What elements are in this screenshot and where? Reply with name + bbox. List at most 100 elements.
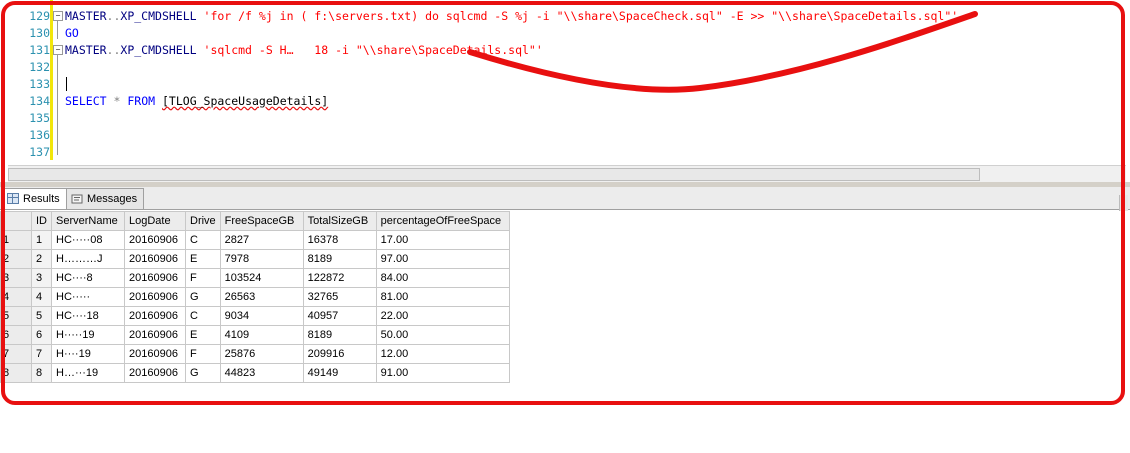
grid-cell[interactable]: 44823 (219, 363, 304, 383)
table-row[interactable]: 5 5 HC····18 20160906 C 9034 40957 22.00 (0, 306, 510, 326)
row-number[interactable]: 5 (0, 306, 32, 326)
row-number[interactable]: 4 (0, 287, 32, 307)
grid-cell[interactable]: 7 (31, 344, 52, 364)
grid-cell[interactable]: H…···19 (51, 363, 125, 383)
grid-cell[interactable]: F (185, 268, 221, 288)
code-token: MASTER (65, 9, 107, 23)
vertical-scrollbar[interactable] (1119, 195, 1128, 211)
grid-cell[interactable]: HC·····08 (51, 230, 125, 250)
grid-cell[interactable]: 122872 (302, 268, 377, 288)
grid-cell[interactable]: 97.00 (375, 249, 510, 269)
grid-cell[interactable]: 20160906 (124, 325, 186, 345)
grid-cell[interactable]: 8189 (302, 325, 377, 345)
grid-cell[interactable]: 32765 (302, 287, 377, 307)
grid-cell[interactable]: 20160906 (124, 249, 186, 269)
table-row[interactable]: 6 6 H·····19 20160906 E 4109 8189 50.00 (0, 325, 510, 345)
grid-cell[interactable]: H·····19 (51, 325, 125, 345)
code-line: MASTER..XP_CMDSHELL 'sqlcmd -S H… 18 -i … (65, 43, 543, 57)
corner-cell[interactable] (0, 211, 32, 231)
grid-cell[interactable]: 20160906 (124, 268, 186, 288)
fold-guide (57, 21, 58, 39)
grid-cell[interactable]: 49149 (302, 363, 377, 383)
column-header[interactable]: LogDate (124, 211, 186, 231)
grid-cell[interactable]: G (185, 287, 221, 307)
grid-cell[interactable]: C (185, 230, 221, 250)
horizontal-scrollbar[interactable] (8, 165, 1126, 182)
grid-cell[interactable]: 20160906 (124, 306, 186, 326)
collapse-icon[interactable]: − (53, 11, 63, 21)
grid-cell[interactable]: 91.00 (375, 363, 510, 383)
grid-cell[interactable]: 50.00 (375, 325, 510, 345)
grid-cell[interactable]: 5 (31, 306, 52, 326)
row-number[interactable]: 2 (0, 249, 32, 269)
grid-cell[interactable]: E (185, 249, 221, 269)
grid-cell[interactable]: HC····18 (51, 306, 125, 326)
code-line: SELECT * FROM [TLOG_SpaceUsageDetails] (65, 94, 328, 108)
grid-cell[interactable]: 12.00 (375, 344, 510, 364)
grid-cell[interactable]: 2827 (219, 230, 304, 250)
column-header[interactable]: ServerName (51, 211, 125, 231)
grid-cell[interactable]: 40957 (302, 306, 377, 326)
grid-cell[interactable]: 20160906 (124, 363, 186, 383)
code-token: .. (106, 9, 121, 23)
grid-cell[interactable]: F (185, 344, 221, 364)
grid-cell[interactable]: HC····· (51, 287, 125, 307)
grid-cell[interactable]: 20160906 (124, 230, 186, 250)
table-row[interactable]: 1 1 HC·····08 20160906 C 2827 16378 17.00 (0, 230, 510, 250)
grid-cell[interactable]: 9034 (219, 306, 304, 326)
code-line: MASTER..XP_CMDSHELL 'for /f %j in ( f:\s… (65, 9, 958, 23)
collapse-icon[interactable]: − (53, 45, 63, 55)
table-row[interactable]: 2 2 H………J 20160906 E 7978 8189 97.00 (0, 249, 510, 269)
grid-cell[interactable]: 4109 (219, 325, 304, 345)
column-header[interactable]: Drive (185, 211, 221, 231)
grid-cell[interactable]: 209916 (302, 344, 377, 364)
row-number[interactable]: 6 (0, 325, 32, 345)
grid-cell[interactable]: H………J (51, 249, 125, 269)
table-row[interactable]: 4 4 HC····· 20160906 G 26563 32765 81.00 (0, 287, 510, 307)
grid-cell[interactable]: 6 (31, 325, 52, 345)
grid-cell[interactable]: G (185, 363, 221, 383)
grid-cell[interactable]: 20160906 (124, 287, 186, 307)
code-token: XP_CMDSHELL (120, 9, 197, 23)
grid-cell[interactable]: 4 (31, 287, 52, 307)
grid-cell[interactable]: H····19 (51, 344, 125, 364)
grid-cell[interactable]: 8189 (302, 249, 377, 269)
grid-cell[interactable]: 3 (31, 268, 52, 288)
table-row[interactable]: 8 8 H…···19 20160906 G 44823 49149 91.00 (0, 363, 510, 383)
line-number: 137 (29, 145, 50, 159)
grid-cell[interactable]: 7978 (219, 249, 304, 269)
results-grid: ID ServerName LogDate Drive FreeSpaceGB … (0, 211, 510, 383)
scrollbar-thumb[interactable] (8, 168, 980, 181)
table-row[interactable]: 3 3 HC····8 20160906 F 103524 122872 84.00 (0, 268, 510, 288)
grid-cell[interactable]: 22.00 (375, 306, 510, 326)
code-token: FROM (127, 94, 156, 108)
sql-editor[interactable]: 129 MASTER..XP_CMDSHELL 'for /f %j in ( f… (0, 0, 1130, 165)
grid-cell[interactable]: 103524 (219, 268, 304, 288)
grid-cell[interactable]: 1 (31, 230, 52, 250)
column-header[interactable]: percentageOfFreeSpace (375, 211, 510, 231)
column-header[interactable]: TotalSizeGB (302, 211, 377, 231)
column-header[interactable]: FreeSpaceGB (219, 211, 304, 231)
grid-cell[interactable]: 8 (31, 363, 52, 383)
grid-cell[interactable]: 2 (31, 249, 52, 269)
table-row[interactable]: 7 7 H····19 20160906 F 25876 209916 12.00 (0, 344, 510, 364)
grid-cell[interactable]: 20160906 (124, 344, 186, 364)
row-number[interactable]: 7 (0, 344, 32, 364)
code-token: GO (65, 26, 79, 40)
row-number[interactable]: 3 (0, 268, 32, 288)
column-header[interactable]: ID (31, 211, 52, 231)
grid-cell[interactable]: 81.00 (375, 287, 510, 307)
grid-cell[interactable]: E (185, 325, 221, 345)
grid-cell[interactable]: 26563 (219, 287, 304, 307)
grid-cell[interactable]: 17.00 (375, 230, 510, 250)
grid-cell[interactable]: 25876 (219, 344, 304, 364)
grid-cell[interactable]: 84.00 (375, 268, 510, 288)
row-number[interactable]: 1 (0, 230, 32, 250)
tab-messages[interactable]: Messages (66, 188, 145, 209)
tab-results[interactable]: Results (2, 188, 67, 209)
grid-cell[interactable]: C (185, 306, 221, 326)
row-number[interactable]: 8 (0, 363, 32, 383)
grid-cell[interactable]: 16378 (302, 230, 377, 250)
grid-cell[interactable]: HC····8 (51, 268, 125, 288)
